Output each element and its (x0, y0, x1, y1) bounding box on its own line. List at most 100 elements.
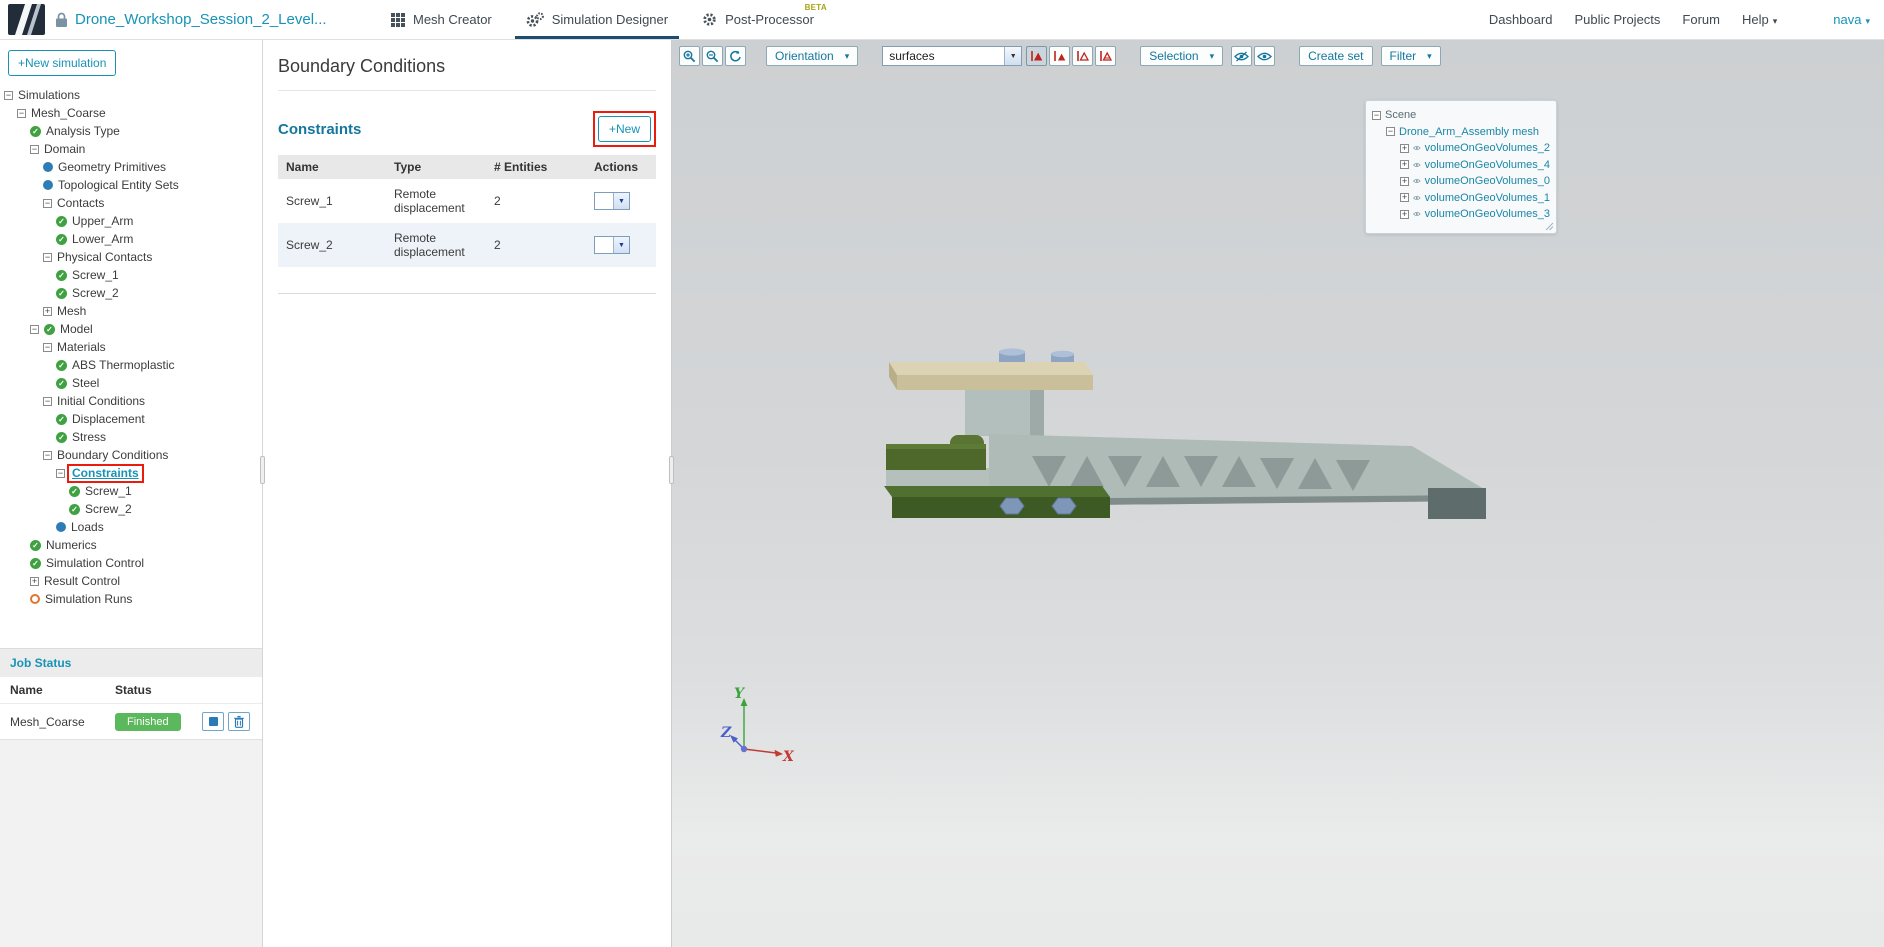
scene-root[interactable]: − Scene (1372, 107, 1550, 124)
nav-forum[interactable]: Forum (1682, 12, 1720, 27)
tree-item-analysis-type[interactable]: ✓ Analysis Type (0, 122, 262, 140)
nav-public-projects[interactable]: Public Projects (1574, 12, 1660, 27)
eye-icon[interactable] (1413, 144, 1421, 152)
tree-item-label[interactable]: Displacement (72, 412, 145, 426)
scene-volume[interactable]: + volumeOnGeoVolumes_4 (1372, 157, 1550, 174)
tree-item-screw-1[interactable]: ✓ Screw_1 (0, 266, 262, 284)
tree-item-topological-entity-sets[interactable]: Topological Entity Sets (0, 176, 262, 194)
expand-icon[interactable]: + (1400, 176, 1409, 186)
tree-item-screw-2[interactable]: ✓ Screw_2 (0, 284, 262, 302)
tree-item-model[interactable]: − ✓ Model (0, 320, 262, 338)
collapse-icon[interactable]: − (1372, 110, 1381, 120)
tree-item-label[interactable]: Screw_2 (72, 286, 119, 300)
sidebar-resize-handle[interactable] (260, 456, 265, 484)
orientation-dropdown[interactable]: Orientation ▾ (766, 46, 859, 66)
fit-view-button[interactable] (725, 46, 746, 66)
collapse-icon[interactable]: − (30, 144, 39, 154)
tree-item-geometry-primitives[interactable]: Geometry Primitives (0, 158, 262, 176)
user-menu[interactable]: nava ▾ (1833, 12, 1870, 27)
simscale-logo[interactable] (8, 4, 45, 35)
mesh-quality-toggle-3[interactable] (1072, 46, 1094, 66)
scene-volume[interactable]: + volumeOnGeoVolumes_1 (1372, 190, 1550, 207)
zoom-out-button[interactable] (702, 46, 723, 66)
tree-item-displacement[interactable]: ✓ Displacement (0, 410, 262, 428)
collapse-icon[interactable]: − (43, 396, 52, 406)
tree-item-label[interactable]: Loads (71, 520, 104, 534)
tree-item-label[interactable]: Analysis Type (46, 124, 120, 138)
project-title[interactable]: Drone_Workshop_Session_2_Level... (75, 11, 327, 28)
tree-item-steel[interactable]: ✓ Steel (0, 374, 262, 392)
collapse-icon[interactable]: − (4, 90, 13, 100)
tab-post-processor[interactable]: BETA Post-Processor (685, 0, 831, 39)
tree-item-simulation-control[interactable]: ✓ Simulation Control (0, 554, 262, 572)
tree-item-stress[interactable]: ✓ Stress (0, 428, 262, 446)
viewport-3d[interactable]: Orientation ▾ surfaces ▼ Selection ▾ Cre… (672, 40, 1884, 947)
scene-volume[interactable]: + volumeOnGeoVolumes_2 (1372, 140, 1550, 157)
scene-item-label[interactable]: volumeOnGeoVolumes_2 (1425, 142, 1550, 154)
resize-corner-icon[interactable] (1545, 222, 1554, 231)
tree-item-label[interactable]: Mesh (57, 304, 86, 318)
tree-item-label[interactable]: Numerics (46, 538, 97, 552)
tree-item-label[interactable]: ABS Thermoplastic (72, 358, 175, 372)
tree-item-label[interactable]: Steel (72, 376, 99, 390)
tree-item-label[interactable]: Initial Conditions (57, 394, 145, 408)
collapse-icon[interactable]: − (43, 198, 52, 208)
tree-item-label[interactable]: Geometry Primitives (58, 160, 166, 174)
tree-item-label[interactable]: Contacts (57, 196, 104, 210)
tree-item-numerics[interactable]: ✓ Numerics (0, 536, 262, 554)
tree-item-simulations[interactable]: − Simulations (0, 86, 262, 104)
expand-icon[interactable]: + (43, 306, 52, 316)
tree-item-mesh-coarse[interactable]: − Mesh_Coarse (0, 104, 262, 122)
show-all-button[interactable] (1254, 46, 1276, 66)
tab-mesh-creator[interactable]: Mesh Creator (374, 0, 509, 39)
selection-dropdown[interactable]: Selection ▾ (1140, 46, 1224, 66)
tree-item-result-control[interactable]: + Result Control (0, 572, 262, 590)
drone-arm-model[interactable] (872, 348, 1512, 573)
scene-mesh[interactable]: − Drone_Arm_Assembly mesh (1372, 124, 1550, 141)
delete-job-button[interactable] (228, 712, 250, 731)
eye-icon[interactable] (1413, 177, 1421, 185)
tree-item-contacts[interactable]: − Contacts (0, 194, 262, 212)
tree-item-screw-2[interactable]: ✓ Screw_2 (0, 500, 262, 518)
tree-item-label[interactable]: Stress (72, 430, 106, 444)
zoom-in-button[interactable] (679, 46, 700, 66)
new-simulation-button[interactable]: +New simulation (8, 50, 117, 76)
hide-selected-button[interactable] (1231, 46, 1253, 66)
render-mode-select[interactable]: surfaces ▼ (882, 46, 1023, 66)
tree-item-materials[interactable]: − Materials (0, 338, 262, 356)
scene-item-label[interactable]: volumeOnGeoVolumes_1 (1425, 192, 1550, 204)
tree-item-simulation-runs[interactable]: Simulation Runs (0, 590, 262, 608)
mesh-quality-toggle-4[interactable] (1095, 46, 1117, 66)
tree-item-label[interactable]: Boundary Conditions (57, 448, 168, 462)
top-plate[interactable] (889, 362, 1093, 390)
bracket[interactable] (965, 390, 1044, 436)
scene-item-label[interactable]: volumeOnGeoVolumes_4 (1425, 159, 1550, 171)
tree-item-label[interactable]: Screw_2 (85, 502, 132, 516)
row-actions-dropdown[interactable]: ▼ (594, 192, 630, 211)
scene-item-label[interactable]: Scene (1385, 109, 1416, 121)
collapse-icon[interactable]: − (43, 342, 52, 352)
eye-icon[interactable] (1413, 210, 1421, 218)
expand-icon[interactable]: + (1400, 193, 1409, 203)
tree-item-label[interactable]: Domain (44, 142, 85, 156)
eye-icon[interactable] (1413, 194, 1421, 202)
tree-item-label[interactable]: Result Control (44, 574, 120, 588)
create-set-button[interactable]: Create set (1299, 46, 1373, 66)
tree-item-label[interactable]: Constraints (67, 463, 144, 483)
mesh-quality-toggle-1[interactable] (1026, 46, 1048, 66)
constraint-row[interactable]: Screw_2 Remote displacement 2 ▼ (278, 223, 656, 267)
tab-simulation-designer[interactable]: Simulation Designer (509, 0, 685, 39)
tree-item-label[interactable]: Simulation Control (46, 556, 144, 570)
eye-icon[interactable] (1413, 161, 1421, 169)
tree-item-label[interactable]: Materials (57, 340, 106, 354)
expand-icon[interactable]: + (1400, 160, 1409, 170)
tree-item-label[interactable]: Physical Contacts (57, 250, 152, 264)
tree-item-loads[interactable]: Loads (0, 518, 262, 536)
filter-dropdown[interactable]: Filter ▾ (1380, 46, 1441, 66)
collapse-icon[interactable]: − (43, 450, 52, 460)
tree-item-label[interactable]: Upper_Arm (72, 214, 133, 228)
tree-item-boundary-conditions[interactable]: − Boundary Conditions (0, 446, 262, 464)
tree-item-abs-thermoplastic[interactable]: ✓ ABS Thermoplastic (0, 356, 262, 374)
expand-icon[interactable]: + (30, 576, 39, 586)
collapse-icon[interactable]: − (43, 252, 52, 262)
